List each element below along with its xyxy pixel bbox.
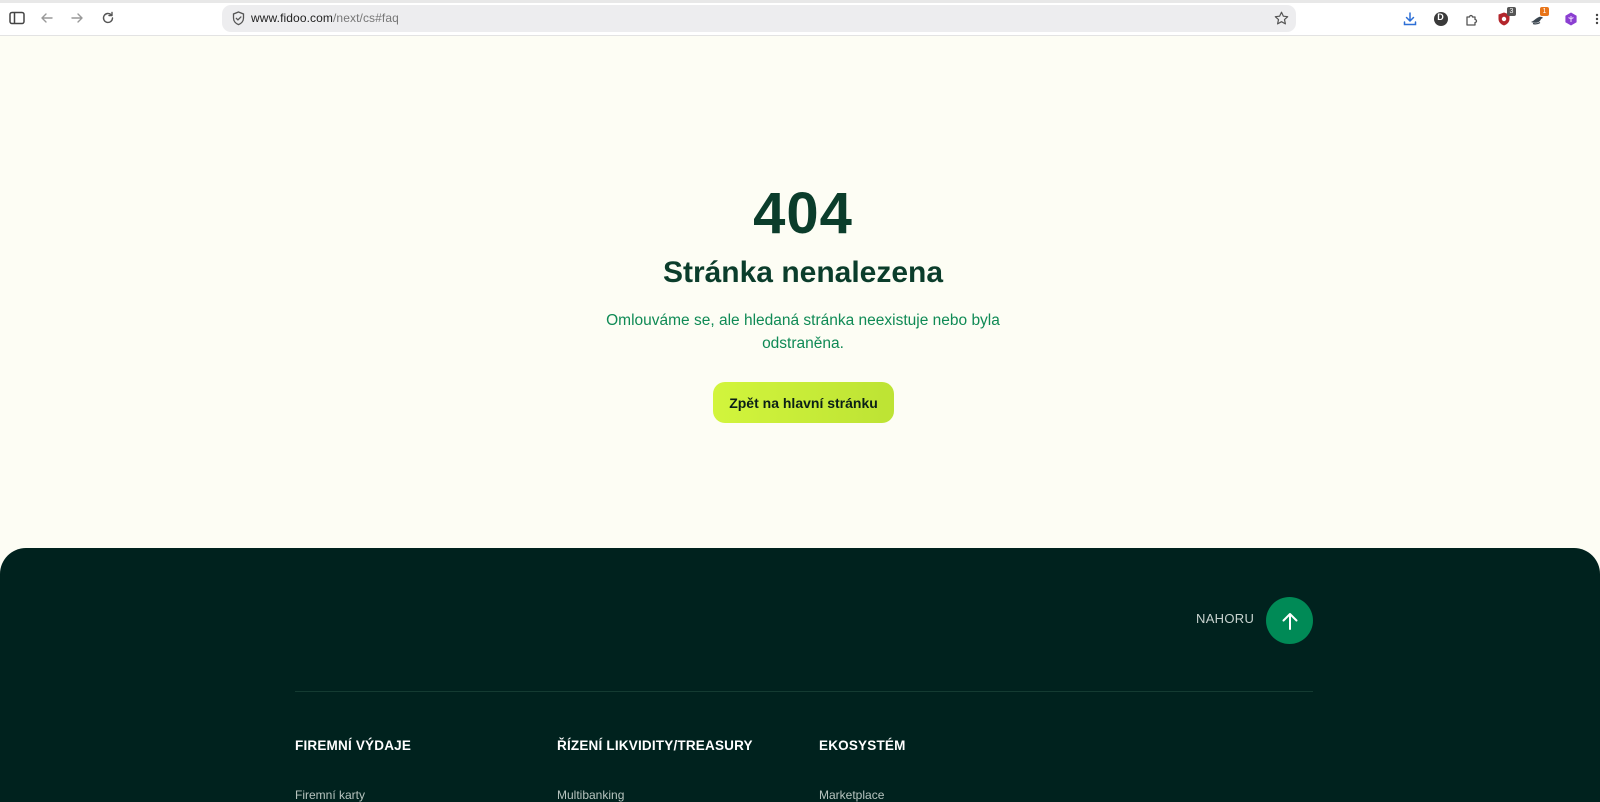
shield-extension-icon[interactable]: 3 [1495,7,1516,27]
back-to-home-button[interactable]: Zpět na hlavní stránku [713,382,894,423]
download-icon[interactable] [1401,10,1418,27]
url-host: www.fidoo.com [251,11,333,25]
error-title: Stránka nenalezena [662,256,944,289]
browser-toolbar: www.fidoo.com/next/cs#faq D 3 1 [0,0,1600,36]
bird-extension-icon[interactable]: 1 [1528,7,1549,27]
footer-divider [295,691,1313,692]
shield-extension-badge: 3 [1507,7,1516,16]
footer-column-heading: EKOSYSTÉM [819,738,906,753]
reload-icon[interactable] [99,9,117,27]
error-code: 404 [753,181,853,246]
footer-column-rizeni-likvidity: ŘÍZENÍ LIKVIDITY/TREASURY Multibanking [557,738,753,802]
tab-strip-edge [0,0,1600,3]
footer-column-heading: FIREMNÍ VÝDAJE [295,738,412,753]
forward-arrow-icon[interactable] [68,9,86,27]
profile-d-label: D [1437,12,1444,22]
arrow-up-icon [1281,611,1299,631]
url-text: www.fidoo.com/next/cs#faq [251,11,399,25]
back-to-top-button[interactable] [1266,597,1313,644]
footer-link[interactable]: Multibanking [557,788,624,802]
sidebar-toggle-icon[interactable] [8,9,26,27]
back-arrow-icon[interactable] [38,9,56,27]
back-to-top-label[interactable]: NAHORU [1196,611,1254,626]
purple-hex-extension-icon[interactable] [1562,10,1579,27]
address-bar[interactable]: www.fidoo.com/next/cs#faq [222,5,1296,32]
footer-column-firemni-vydaje: FIREMNÍ VÝDAJE Firemní karty [295,738,412,802]
error-page-content: 404 Stránka nenalezena Omlouváme se, ale… [0,36,1600,548]
footer-link[interactable]: Marketplace [819,788,884,802]
profile-d-icon[interactable]: D [1432,10,1449,27]
footer-column-ekosystem: EKOSYSTÉM Marketplace [819,738,906,802]
site-security-icon[interactable] [230,10,247,27]
more-menu-icon[interactable] [1593,10,1600,27]
footer-link[interactable]: Firemní karty [295,788,365,802]
footer-column-heading: ŘÍZENÍ LIKVIDITY/TREASURY [557,738,753,753]
url-path: /next/cs#faq [333,11,399,25]
site-footer: NAHORU FIREMNÍ VÝDAJE Firemní karty ŘÍZE… [0,548,1600,802]
error-description: Omlouváme se, ale hledaná stránka neexis… [606,312,1000,352]
puzzle-extension-icon[interactable] [1463,10,1480,27]
bookmark-star-icon[interactable] [1273,10,1290,27]
bird-extension-badge: 1 [1540,7,1549,16]
